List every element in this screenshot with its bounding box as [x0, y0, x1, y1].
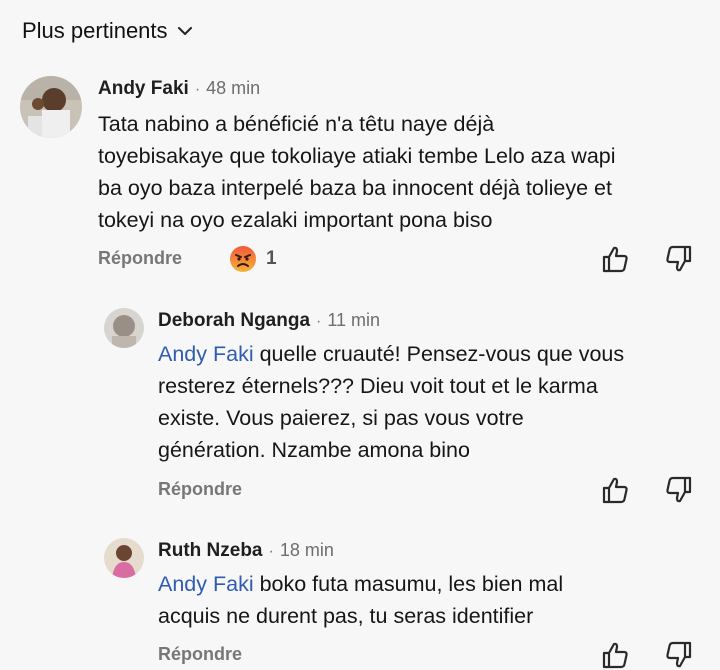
comment-line: tokeyi na oyo ezalaki important pona bis… — [98, 208, 493, 232]
comment-line: génération. Nzambe amona bino — [158, 438, 470, 462]
avatar[interactable] — [104, 538, 144, 578]
comment-header: Deborah Nganga · 11 min — [158, 310, 380, 332]
author-name[interactable]: Deborah Nganga — [158, 310, 310, 332]
mention-link[interactable]: Andy Faki — [158, 572, 254, 596]
author-name[interactable]: Ruth Nzeba — [158, 540, 263, 562]
reply-button[interactable]: Répondre — [158, 479, 242, 500]
reply-ruth-nzeba: Ruth Nzeba · 18 min Andy Faki boko futa … — [0, 530, 720, 669]
separator: · — [316, 313, 322, 330]
comment-line-rest: quelle cruauté! Pensez-vous que vous — [253, 342, 625, 366]
like-icon[interactable] — [600, 475, 630, 505]
comment-header: Andy Faki · 48 min — [98, 78, 260, 100]
user-avatar-image — [104, 538, 144, 578]
dislike-icon[interactable] — [664, 244, 694, 274]
avatar[interactable] — [20, 76, 82, 138]
reaction-summary[interactable]: 1 — [228, 244, 277, 274]
timestamp: 48 min — [206, 78, 261, 98]
comment-line: resterez éternels??? Dieu voit tout et l… — [158, 374, 598, 398]
comment-line-rest: boko futa masumu, les bien mal — [253, 572, 564, 596]
user-avatar-image — [20, 76, 82, 138]
sort-label: Plus pertinents — [22, 18, 168, 43]
reaction-count: 1 — [266, 248, 277, 269]
comment-actions: Répondre — [0, 475, 720, 505]
comment-line: Andy Faki quelle cruauté! Pensez-vous qu… — [158, 338, 624, 370]
reply-button[interactable]: Répondre — [98, 248, 182, 269]
comment-line: toyebisakaye que tokoliaye atiaki tembe … — [98, 144, 616, 168]
dislike-icon[interactable] — [664, 640, 694, 670]
separator: · — [194, 81, 201, 98]
timestamp: 11 min — [327, 310, 381, 330]
comment-text: Andy Faki boko futa masumu, les bien mal… — [158, 568, 563, 632]
avatar[interactable] — [104, 308, 144, 348]
comment-actions: Répondre 1 — [0, 244, 720, 274]
angry-face-icon — [230, 246, 256, 272]
reply-button[interactable]: Répondre — [158, 644, 242, 665]
comment-header: Ruth Nzeba · 18 min — [158, 540, 334, 562]
comment-text: Andy Faki quelle cruauté! Pensez-vous qu… — [158, 338, 624, 466]
comment-line: Tata nabino a bénéficié n'a têtu naye dé… — [98, 112, 495, 136]
like-icon[interactable] — [600, 244, 630, 274]
comment-andy-faki: Andy Faki · 48 min Tata nabino a bénéfic… — [0, 70, 720, 280]
comment-line: existe. Vous paierez, si pas vous votre — [158, 406, 524, 430]
comment-line: acquis ne durent pas, tu seras identifie… — [158, 604, 534, 628]
comment-line: Andy Faki boko futa masumu, les bien mal — [158, 568, 563, 600]
timestamp: 18 min — [279, 540, 334, 560]
separator: · — [268, 543, 274, 560]
comment-text: Tata nabino a bénéficié n'a têtu naye dé… — [98, 108, 616, 236]
comment-actions: Répondre — [0, 640, 720, 670]
reply-deborah-nganga: Deborah Nganga · 11 min Andy Faki quelle… — [0, 300, 720, 510]
dislike-icon[interactable] — [664, 475, 694, 505]
mention-link[interactable]: Andy Faki — [158, 342, 254, 366]
user-avatar-image — [104, 308, 144, 348]
like-icon[interactable] — [600, 640, 630, 670]
sort-dropdown[interactable]: Plus pertinents — [22, 18, 192, 44]
chevron-down-icon — [177, 26, 192, 35]
author-name[interactable]: Andy Faki — [98, 78, 189, 100]
comment-line: ba oyo baza interpelé baza ba innocent d… — [98, 176, 612, 200]
